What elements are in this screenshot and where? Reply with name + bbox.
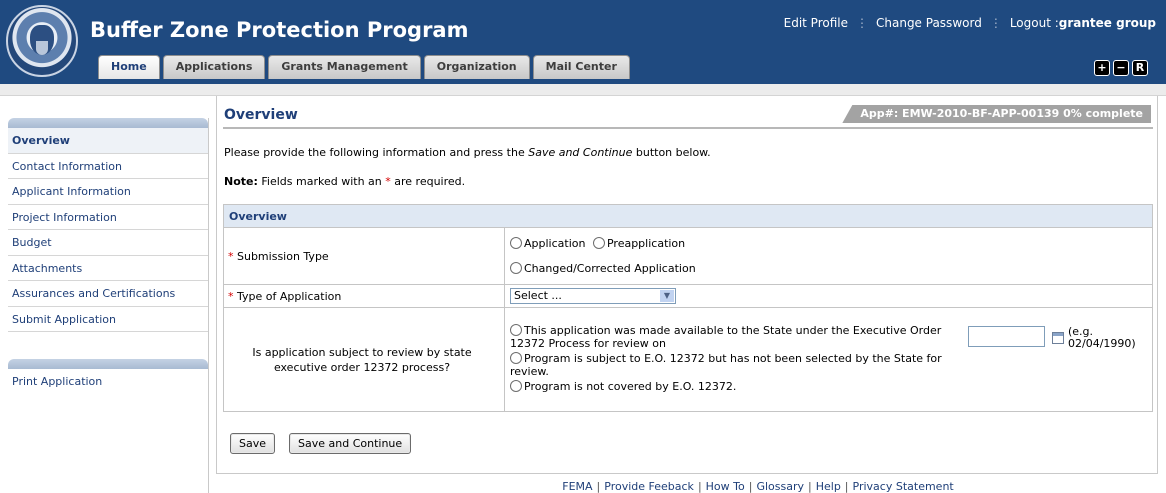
footer-link-fema[interactable]: FEMA	[562, 480, 592, 493]
section-title: Overview	[223, 204, 1153, 228]
logged-in-user: grantee group	[1058, 16, 1156, 30]
submission-type-label: * Submission Type	[223, 227, 505, 285]
type-of-application-label: * Type of Application	[223, 284, 505, 308]
radio-eo-available[interactable]: This application was made available to t…	[510, 323, 950, 350]
type-of-application-select[interactable]: Select ... ▼	[510, 288, 676, 304]
footer-link-privacy[interactable]: Privacy Statement	[853, 480, 954, 493]
sidebar-item-project-information[interactable]: Project Information	[8, 205, 208, 230]
radio-preapplication[interactable]: Preapplication	[592, 231, 685, 256]
required-note: Note: Fields marked with an * are requir…	[224, 175, 466, 188]
review-date-input[interactable]	[968, 325, 1045, 347]
title-divider	[223, 127, 1153, 129]
tab-applications[interactable]: Applications	[162, 55, 266, 79]
tab-home[interactable]: Home	[98, 55, 160, 79]
sidebar: Overview Contact Information Applicant I…	[8, 118, 209, 493]
tab-grants-management[interactable]: Grants Management	[268, 55, 421, 79]
sidebar-item-assurances[interactable]: Assurances and Certifications	[8, 281, 208, 307]
eo-review-options: This application was made available to t…	[505, 318, 1152, 402]
tab-organization[interactable]: Organization	[423, 55, 530, 79]
calendar-icon[interactable]	[1052, 331, 1064, 344]
app-title: Buffer Zone Protection Program	[90, 18, 469, 42]
reset-font-icon[interactable]: R	[1132, 60, 1148, 76]
footer-links: FEMA | Provide Feeback | How To | Glossary | Hel…	[562, 480, 954, 493]
overview-form: Overview * Submission Type Application P…	[223, 204, 1153, 412]
sidebar-item-overview[interactable]: Overview	[8, 128, 208, 154]
main-tabs: Home Applications Grants Management Orga…	[98, 55, 630, 79]
sidebar-cap	[8, 118, 208, 128]
link-separator: ⋮	[856, 16, 868, 30]
save-and-continue-button[interactable]: Save and Continue	[289, 433, 412, 454]
sidebar-item-budget[interactable]: Budget	[8, 230, 208, 256]
user-links: Edit Profile ⋮ Change Password ⋮ Logout …	[784, 16, 1156, 30]
radio-icon[interactable]	[510, 237, 522, 249]
sidebar-item-contact-information[interactable]: Contact Information	[8, 154, 208, 179]
decrease-font-icon[interactable]: −	[1113, 60, 1129, 76]
footer-link-feedback[interactable]: Provide Feeback	[604, 480, 694, 493]
edit-profile-link[interactable]: Edit Profile	[784, 16, 848, 30]
submission-type-options: Application Preapplication Changed/Corre…	[504, 227, 1153, 285]
footer-link-how-to[interactable]: How To	[706, 480, 745, 493]
radio-icon[interactable]	[510, 323, 522, 336]
sidebar-item-attachments[interactable]: Attachments	[8, 256, 208, 281]
footer-link-glossary[interactable]: Glossary	[756, 480, 804, 493]
sidebar-item-applicant-information[interactable]: Applicant Information	[8, 179, 208, 205]
radio-icon[interactable]	[510, 351, 522, 364]
application-status-badge: App#: EMW-2010-BF-APP-00139 0% complete	[842, 105, 1151, 123]
radio-changed-corrected[interactable]: Changed/Corrected Application	[510, 256, 696, 281]
page-title: Overview	[224, 107, 298, 123]
header-bar: Buffer Zone Protection Program Edit Prof…	[0, 0, 1166, 84]
intro-text: Please provide the following information…	[224, 146, 711, 159]
main-content: Overview App#: EMW-2010-BF-APP-00139 0% …	[216, 96, 1158, 474]
font-size-controls: + − R	[1094, 60, 1148, 76]
radio-icon[interactable]	[510, 262, 522, 274]
date-format-hint: (e.g. 02/04/1990)	[1068, 324, 1136, 350]
footer-link-help[interactable]: Help	[816, 480, 841, 493]
sidebar-cap	[8, 359, 208, 369]
logout-prefix: Logout :	[1009, 16, 1059, 30]
radio-icon[interactable]	[592, 237, 605, 249]
logout-link[interactable]: Logout :grantee group	[1010, 16, 1156, 30]
save-button[interactable]: Save	[230, 433, 276, 454]
change-password-link[interactable]: Change Password	[876, 16, 982, 30]
chevron-down-icon[interactable]: ▼	[660, 290, 674, 302]
shield-icon	[36, 41, 48, 55]
sidebar-item-print-application[interactable]: Print Application	[8, 369, 208, 395]
dhs-seal-logo	[6, 5, 78, 77]
tab-mail-center[interactable]: Mail Center	[532, 55, 630, 79]
sidebar-item-submit-application[interactable]: Submit Application	[8, 307, 208, 332]
eo-review-label: Is application subject to review by stat…	[223, 307, 505, 412]
radio-eo-not-selected[interactable]: Program is subject to E.O. 12372 but has…	[510, 351, 950, 378]
radio-eo-not-covered[interactable]: Program is not covered by E.O. 12372.	[510, 379, 950, 393]
radio-icon[interactable]	[510, 379, 522, 392]
header-subbar	[0, 84, 1166, 96]
link-separator: ⋮	[989, 16, 1002, 30]
radio-application[interactable]: Application	[510, 231, 585, 256]
increase-font-icon[interactable]: +	[1094, 60, 1110, 76]
